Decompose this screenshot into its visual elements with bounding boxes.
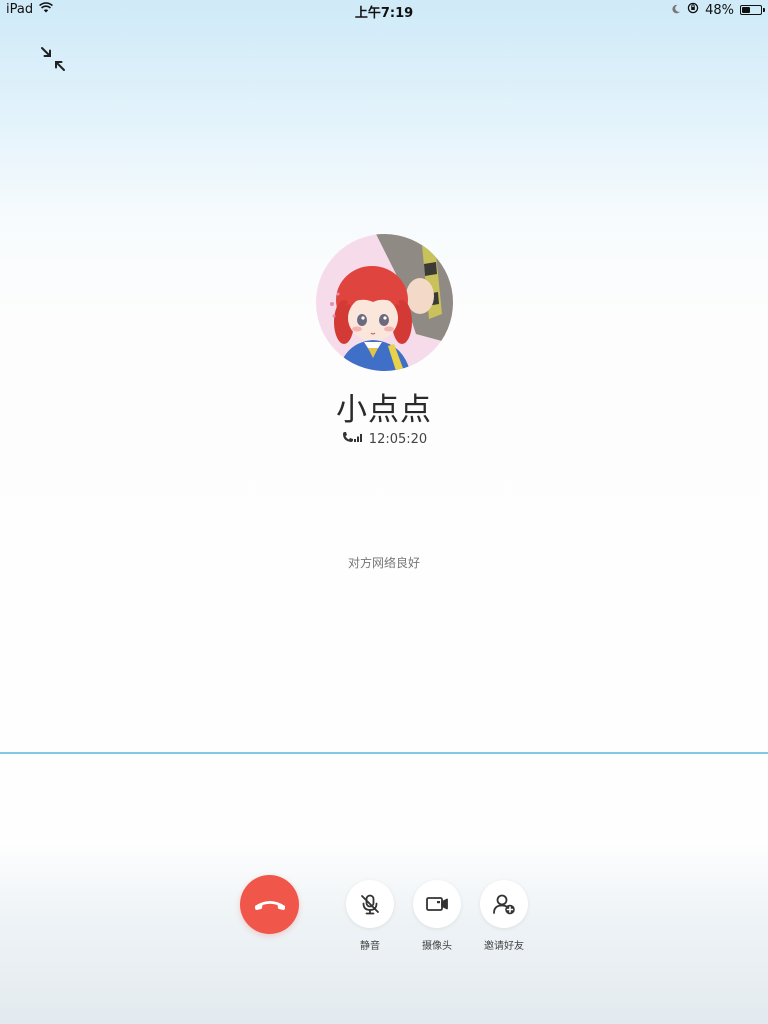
- status-time: 上午7:19: [354, 6, 414, 21]
- avatar-illustration: [316, 234, 453, 371]
- hangup-icon: [254, 900, 285, 910]
- camera-label: 摄像头: [422, 941, 452, 952]
- moon-icon: [671, 3, 681, 18]
- hangup-button[interactable]: [240, 875, 299, 934]
- call-meta: 12:05:20: [0, 431, 768, 447]
- battery-percent: 48%: [705, 2, 734, 18]
- battery-fill: [742, 7, 750, 13]
- invite-circle[interactable]: [480, 880, 528, 928]
- caller-avatar: [316, 234, 453, 371]
- status-bar: iPad 上午7:19 48%: [0, 0, 768, 21]
- mute-label: 静音: [360, 941, 380, 952]
- camera-circle[interactable]: [413, 880, 461, 928]
- invite-friends-button[interactable]: 邀请好友: [480, 880, 528, 952]
- call-signal-icon: [341, 431, 363, 447]
- mute-button[interactable]: 静音: [346, 880, 394, 952]
- camera-icon: [426, 897, 448, 911]
- call-duration: 12:05:20: [368, 431, 428, 447]
- orientation-lock-icon: [687, 2, 699, 18]
- minimize-button[interactable]: [40, 46, 66, 72]
- caller-name: 小点点: [336, 392, 432, 428]
- network-status: 对方网络良好: [347, 556, 420, 570]
- battery-icon: [740, 5, 765, 15]
- add-user-icon: [493, 894, 515, 915]
- camera-button[interactable]: 摄像头: [413, 880, 461, 952]
- minimize-arrows-icon: [41, 47, 65, 71]
- divider: [0, 752, 768, 754]
- status-right: 48%: [671, 2, 765, 18]
- mute-circle[interactable]: [346, 880, 394, 928]
- mic-off-icon: [361, 894, 379, 915]
- invite-label: 邀请好友: [484, 941, 524, 952]
